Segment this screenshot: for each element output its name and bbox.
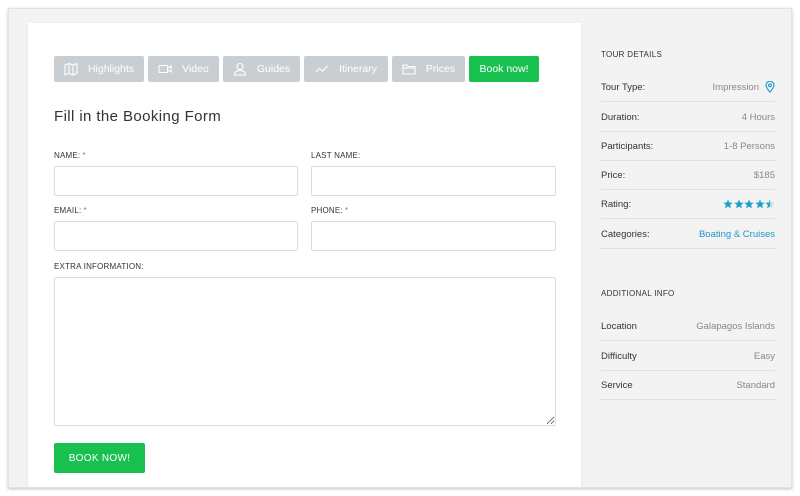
additional-info-heading: ADDITIONAL INFO <box>601 289 675 298</box>
email-label: EMAIL: * <box>54 206 87 215</box>
service-value: Standard <box>736 379 775 391</box>
last-name-field[interactable] <box>311 166 556 196</box>
categories-label: Categories: <box>601 228 650 240</box>
difficulty-row: Difficulty Easy <box>601 342 775 371</box>
duration-value: 4 Hours <box>741 111 775 123</box>
email-field[interactable] <box>54 221 298 251</box>
categories-row: Categories: Boating & Cruises <box>601 220 775 249</box>
participants-value: 1-8 Persons <box>723 140 775 152</box>
tour-tabs: Highlights Video Guides Itinerary Prices… <box>54 56 543 82</box>
location-value: Galapagos Islands <box>696 320 775 332</box>
tab-itinerary[interactable]: Itinerary <box>304 56 388 82</box>
book-now-button[interactable]: BOOK NOW! <box>54 443 145 473</box>
tab-label: Highlights <box>87 63 135 75</box>
difficulty-label: Difficulty <box>601 350 637 362</box>
tab-video[interactable]: Video <box>148 56 219 82</box>
duration-label: Duration: <box>601 111 640 123</box>
phone-label-text: PHONE: <box>311 206 343 215</box>
name-label-text: NAME: <box>54 151 81 160</box>
duration-row: Duration: 4 Hours <box>601 103 775 132</box>
video-icon <box>158 62 172 76</box>
location-label: Location <box>601 320 637 332</box>
tour-type-value: Impression <box>712 80 775 94</box>
user-icon <box>233 62 247 76</box>
tab-prices[interactable]: Prices <box>392 56 465 82</box>
form-title: Fill in the Booking Form <box>54 108 222 125</box>
phone-label: PHONE: * <box>311 206 348 215</box>
tab-highlights[interactable]: Highlights <box>54 56 144 82</box>
tour-type-row: Tour Type: Impression <box>601 73 775 102</box>
name-field[interactable] <box>54 166 298 196</box>
star-icon <box>744 199 754 209</box>
star-icon <box>723 199 733 209</box>
star-icon <box>733 199 744 209</box>
star-icon <box>754 199 765 209</box>
tab-label: Video <box>182 63 209 75</box>
last-name-label: LAST NAME: <box>311 151 361 160</box>
tab-label: Guides <box>256 63 291 75</box>
folder-icon <box>402 62 416 76</box>
rating-stars <box>723 199 776 209</box>
price-label: Price: <box>601 169 626 181</box>
location-row: Location Galapagos Islands <box>601 312 775 341</box>
phone-field[interactable] <box>311 221 556 251</box>
required-mark: * <box>82 151 86 160</box>
price-row: Price: $185 <box>601 161 775 190</box>
tab-book-now[interactable]: Book now! <box>469 56 539 82</box>
categories-link[interactable]: Boating & Cruises <box>699 229 775 240</box>
price-value: $185 <box>753 169 775 181</box>
required-mark: * <box>344 206 349 215</box>
map-icon <box>64 62 78 76</box>
extra-info-label: EXTRA INFORMATION: <box>54 262 144 271</box>
email-label-text: EMAIL: <box>54 206 82 215</box>
tour-type-label: Tour Type: <box>601 81 646 93</box>
tab-label: Itinerary <box>339 63 377 75</box>
booking-panel: Highlights Video Guides Itinerary Prices… <box>28 23 581 487</box>
name-label: NAME: * <box>54 151 86 160</box>
trend-icon <box>315 62 329 76</box>
tab-guides[interactable]: Guides <box>223 56 300 82</box>
participants-row: Participants: 1-8 Persons <box>601 132 775 161</box>
extra-info-textarea[interactable] <box>54 277 556 426</box>
tour-details-heading: TOUR DETAILS <box>601 50 663 59</box>
star-icon <box>765 199 775 209</box>
rating-label: Rating: <box>601 198 632 210</box>
location-pin-icon <box>765 80 775 94</box>
rating-row: Rating: <box>601 190 775 219</box>
difficulty-value: Easy <box>753 350 775 362</box>
required-mark: * <box>83 206 87 215</box>
participants-label: Participants: <box>601 140 654 152</box>
tab-label: Prices <box>425 63 456 75</box>
page-frame: Highlights Video Guides Itinerary Prices… <box>8 8 792 488</box>
tab-label: Book now! <box>479 63 529 75</box>
service-row: Service Standard <box>601 371 775 400</box>
tour-type-text: Impression <box>712 81 759 93</box>
service-label: Service <box>601 379 633 391</box>
